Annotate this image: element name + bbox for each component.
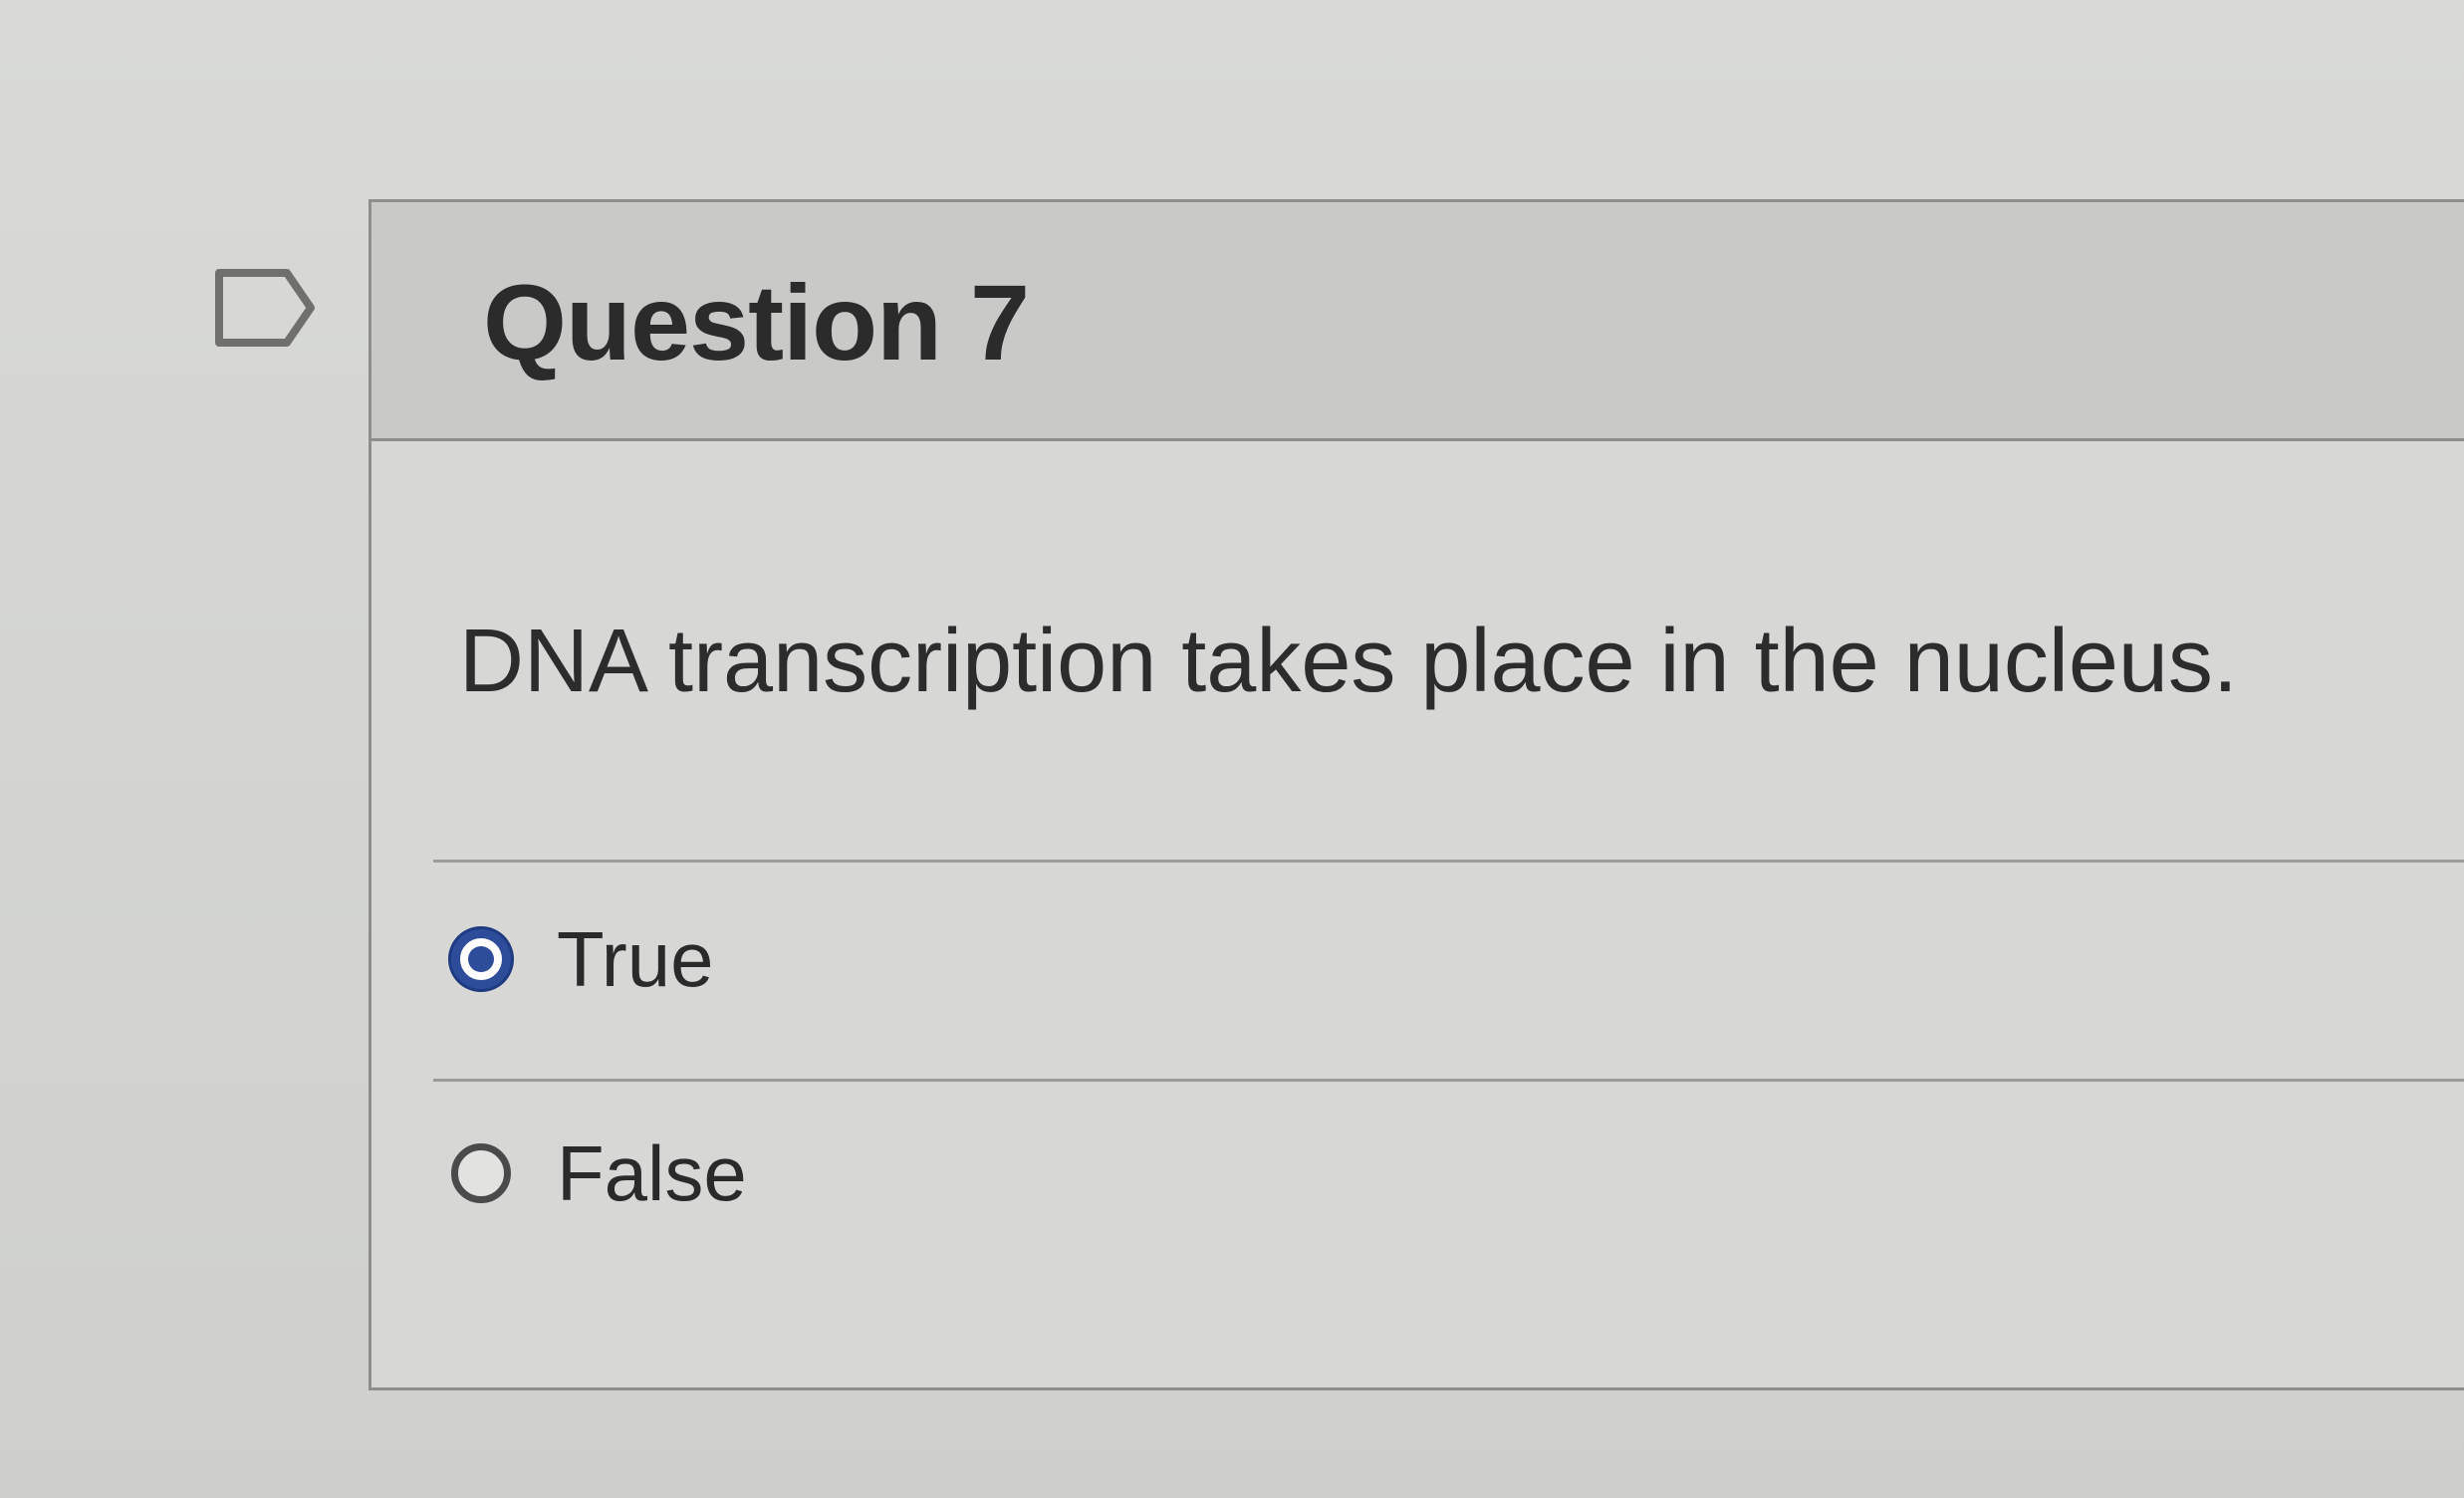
answer-label: False: [557, 1128, 747, 1217]
question-title: Question 7: [483, 262, 1030, 382]
answer-label: True: [557, 914, 714, 1003]
answer-option-true[interactable]: True: [451, 889, 2045, 1029]
question-text: DNA transcription takes place in the nuc…: [459, 612, 2238, 711]
question-card: Question 7 DNA transcription takes place…: [369, 199, 2464, 1390]
quiz-screen: Question 7 DNA transcription takes place…: [0, 0, 2464, 1498]
question-header: Question 7: [371, 202, 2464, 441]
answer-divider: [433, 860, 2464, 863]
radio-unselected-icon[interactable]: [451, 1143, 511, 1203]
answer-divider: [433, 1079, 2464, 1082]
answer-option-false[interactable]: False: [451, 1104, 2045, 1243]
radio-selected-icon[interactable]: [451, 929, 511, 989]
flag-question-icon[interactable]: [213, 267, 317, 349]
